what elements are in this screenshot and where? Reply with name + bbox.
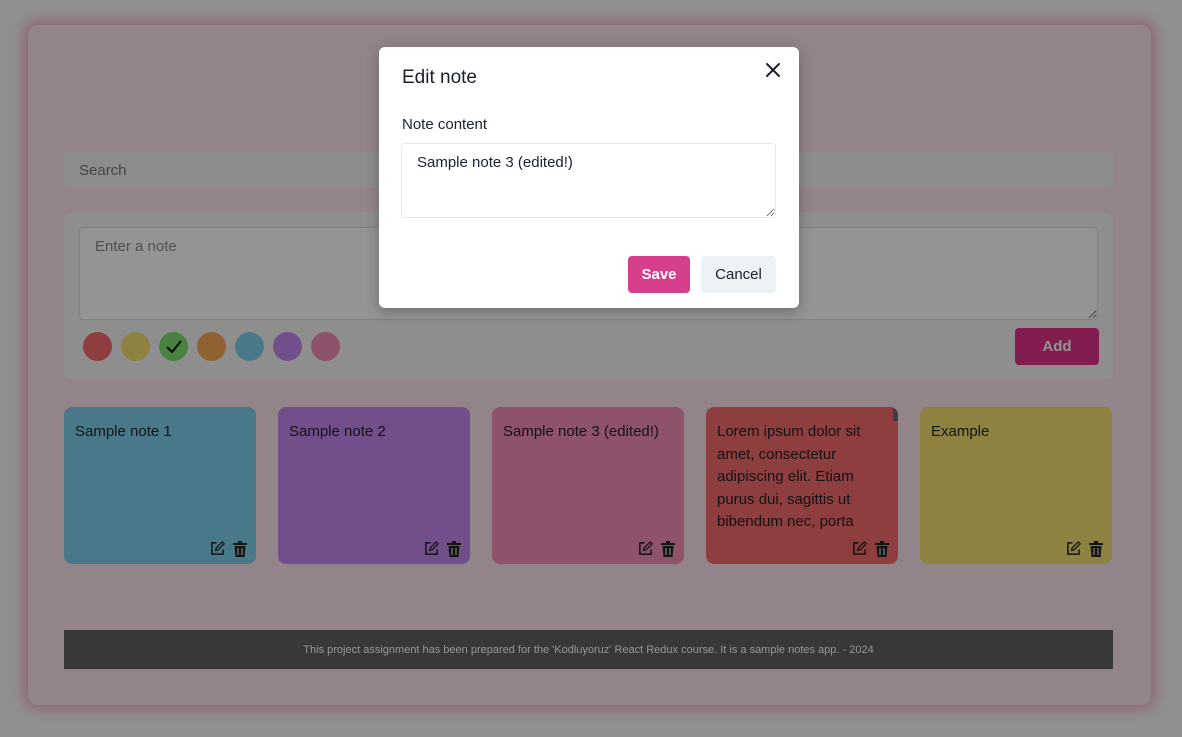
note-content-input[interactable]: Sample note 3 (edited!) [401, 143, 776, 218]
save-button[interactable]: Save [628, 256, 690, 293]
modal-title: Edit note [402, 67, 477, 88]
close-icon[interactable] [764, 61, 782, 79]
edit-note-modal: Edit note Note content Sample note 3 (ed… [379, 47, 799, 308]
note-content-label: Note content [402, 116, 488, 133]
cancel-button[interactable]: Cancel [701, 256, 776, 293]
